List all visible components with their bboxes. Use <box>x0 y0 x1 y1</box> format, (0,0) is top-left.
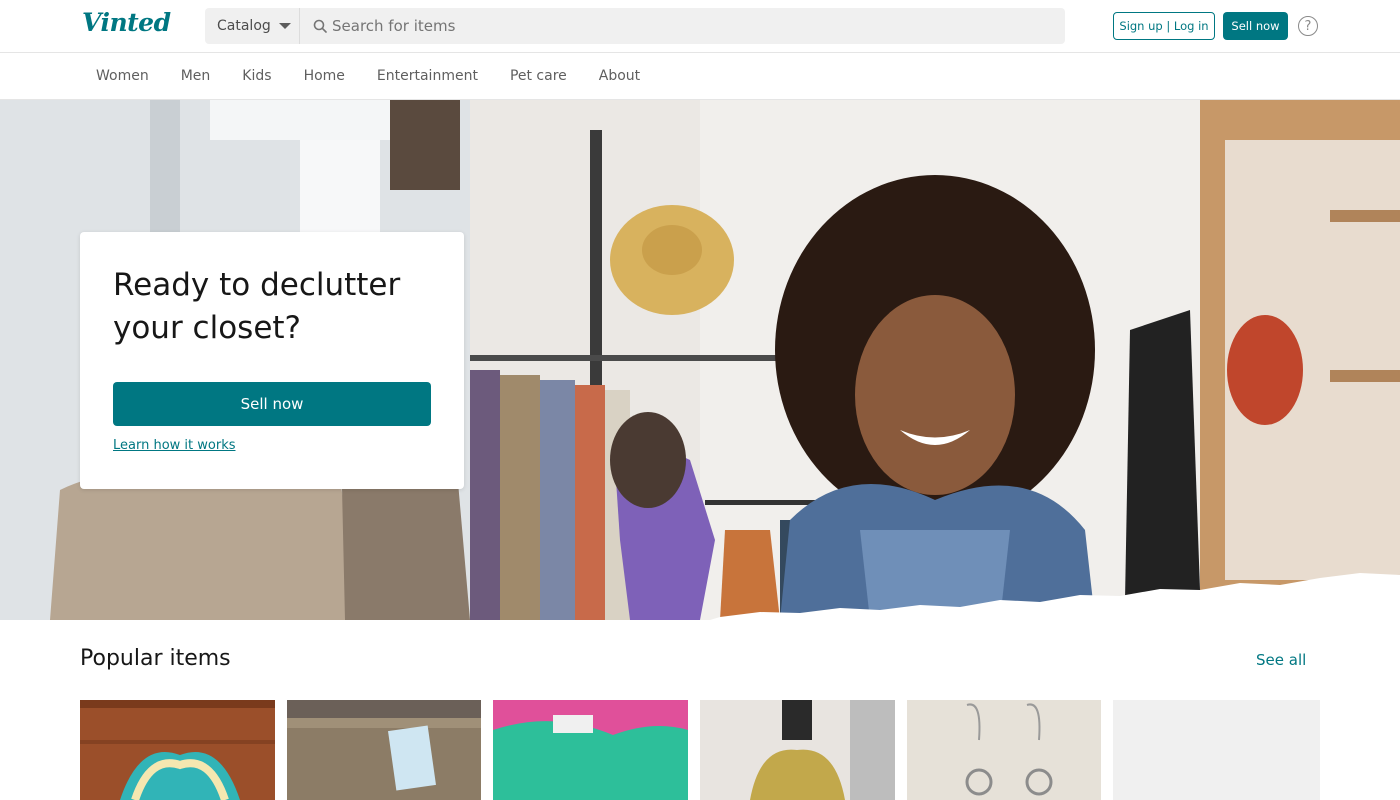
nav-item-about[interactable]: About <box>583 68 656 84</box>
nav-item-men[interactable]: Men <box>165 68 227 84</box>
search-bar: Catalog <box>205 8 1065 44</box>
nav-item-pet-care[interactable]: Pet care <box>494 68 583 84</box>
hero-card: Ready to declutter your closet? Sell now… <box>80 232 464 489</box>
product-image <box>80 700 275 800</box>
top-header: Vinted Catalog Sign up | Log in Sell now… <box>0 0 1400 53</box>
chevron-down-icon <box>278 23 291 29</box>
learn-how-it-works-link[interactable]: Learn how it works <box>113 438 236 453</box>
nav-item-entertainment[interactable]: Entertainment <box>361 68 494 84</box>
hero-title: Ready to declutter your closet? <box>113 267 401 346</box>
search-icon <box>313 19 327 33</box>
hero-sell-now-button[interactable]: Sell now <box>113 382 431 426</box>
product-tile-placeholder[interactable] <box>1113 700 1320 800</box>
nav-item-home[interactable]: Home <box>288 68 361 84</box>
category-nav: Women Men Kids Home Entertainment Pet ca… <box>0 53 1400 100</box>
product-tile[interactable] <box>80 700 275 800</box>
nav-item-kids[interactable]: Kids <box>226 68 287 84</box>
see-all-link[interactable]: See all <box>1256 651 1306 669</box>
catalog-label: Catalog <box>217 18 271 34</box>
vinted-logo[interactable]: Vinted <box>82 8 171 37</box>
product-tile[interactable] <box>287 700 481 800</box>
nav-item-women[interactable]: Women <box>80 68 165 84</box>
product-image <box>700 700 895 800</box>
signup-login-button[interactable]: Sign up | Log in <box>1113 12 1215 40</box>
popular-items-title: Popular items <box>80 646 231 671</box>
product-image <box>287 700 481 800</box>
search-input[interactable] <box>332 8 1052 44</box>
product-image <box>907 700 1101 800</box>
product-tile[interactable] <box>907 700 1101 800</box>
product-image <box>493 700 688 800</box>
product-tile[interactable] <box>493 700 688 800</box>
help-icon[interactable]: ? <box>1298 16 1318 36</box>
hero-banner: Ready to declutter your closet? Sell now… <box>0 100 1400 620</box>
product-tile[interactable] <box>700 700 895 800</box>
header-sell-now-button[interactable]: Sell now <box>1223 12 1288 40</box>
catalog-dropdown[interactable]: Catalog <box>205 8 300 44</box>
